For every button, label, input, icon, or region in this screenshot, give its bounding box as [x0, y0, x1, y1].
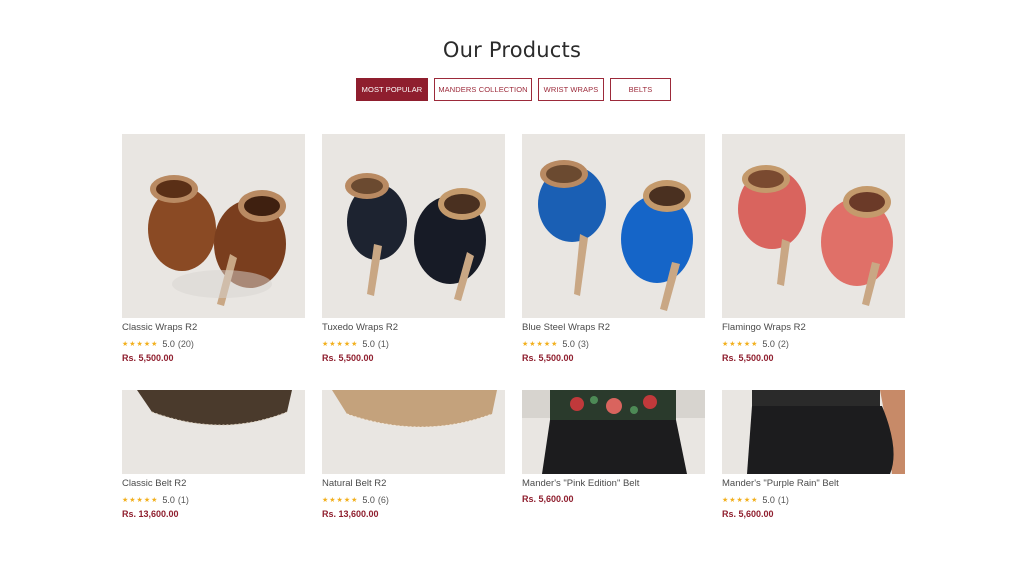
rating-score: 5.0	[162, 494, 175, 505]
product-price: Rs. 5,500.00	[122, 353, 174, 363]
rating-score: 5.0	[162, 338, 175, 349]
page-title: Our Products	[442, 38, 582, 62]
rating-score: 5.0	[762, 494, 775, 505]
product-name[interactable]: Classic Belt R2	[122, 478, 305, 490]
review-count: (1)	[777, 494, 789, 505]
review-count: (6)	[377, 494, 389, 505]
star-rating-icon: ★★★★★	[122, 340, 159, 348]
product-image[interactable]	[722, 134, 905, 318]
product-rating: ★★★★★ 5.0 (6)	[322, 494, 505, 505]
rating-score: 5.0	[762, 338, 775, 349]
product-rating: ★★★★★ 5.0 (3)	[522, 338, 705, 349]
product-image[interactable]	[522, 134, 705, 318]
product-price: Rs. 5,600.00	[522, 494, 574, 504]
product-rating: ★★★★★ 5.0 (2)	[722, 338, 905, 349]
tab-most-popular[interactable]: MOST POPULAR	[356, 78, 428, 101]
product-price: Rs. 5,500.00	[522, 353, 574, 363]
product-card[interactable]: Classic Belt R2 ★★★★★ 5.0 (1) Rs. 13,600…	[122, 390, 305, 520]
product-name[interactable]: Tuxedo Wraps R2	[322, 322, 505, 334]
product-card[interactable]: Mander's "Purple Rain" Belt ★★★★★ 5.0 (1…	[722, 390, 905, 520]
product-card[interactable]: Flamingo Wraps R2 ★★★★★ 5.0 (2) Rs. 5,50…	[722, 134, 905, 364]
product-image[interactable]	[122, 134, 305, 318]
product-image[interactable]	[322, 390, 505, 474]
star-rating-icon: ★★★★★	[322, 496, 359, 504]
product-price: Rs. 5,500.00	[722, 353, 774, 363]
product-image[interactable]	[522, 390, 705, 474]
rating-score: 5.0	[562, 338, 575, 349]
product-card[interactable]: Classic Wraps R2 ★★★★★ 5.0 (20) Rs. 5,50…	[122, 134, 305, 364]
product-card[interactable]: Natural Belt R2 ★★★★★ 5.0 (6) Rs. 13,600…	[322, 390, 505, 520]
star-rating-icon: ★★★★★	[122, 496, 159, 504]
product-card[interactable]: Mander's "Pink Edition" Belt Rs. 5,600.0…	[522, 390, 705, 505]
product-card[interactable]: Tuxedo Wraps R2 ★★★★★ 5.0 (1) Rs. 5,500.…	[322, 134, 505, 364]
tab-manders-collection[interactable]: MANDERS COLLECTION	[434, 78, 532, 101]
star-rating-icon: ★★★★★	[522, 340, 559, 348]
review-count: (2)	[777, 338, 789, 349]
product-price: Rs. 5,600.00	[722, 509, 774, 519]
product-card[interactable]: Blue Steel Wraps R2 ★★★★★ 5.0 (3) Rs. 5,…	[522, 134, 705, 364]
star-rating-icon: ★★★★★	[722, 496, 759, 504]
product-name[interactable]: Mander's "Pink Edition" Belt	[522, 478, 705, 490]
review-count: (3)	[577, 338, 589, 349]
product-price: Rs. 13,600.00	[322, 509, 379, 519]
star-rating-icon: ★★★★★	[322, 340, 359, 348]
product-rating: ★★★★★ 5.0 (20)	[122, 338, 305, 349]
tab-wrist-wraps[interactable]: WRIST WRAPS	[538, 78, 604, 101]
tab-belts[interactable]: BELTS	[610, 78, 671, 101]
product-name[interactable]: Mander's "Purple Rain" Belt	[722, 478, 905, 490]
product-image[interactable]	[322, 134, 505, 318]
product-image[interactable]	[122, 390, 305, 474]
product-price: Rs. 5,500.00	[322, 353, 374, 363]
product-rating: ★★★★★ 5.0 (1)	[122, 494, 305, 505]
product-name[interactable]: Natural Belt R2	[322, 478, 505, 490]
rating-score: 5.0	[362, 338, 375, 349]
product-rating: ★★★★★ 5.0 (1)	[722, 494, 905, 505]
product-image[interactable]	[722, 390, 905, 474]
review-count: (1)	[377, 338, 389, 349]
star-rating-icon: ★★★★★	[722, 340, 759, 348]
product-name[interactable]: Flamingo Wraps R2	[722, 322, 905, 334]
product-name[interactable]: Blue Steel Wraps R2	[522, 322, 705, 334]
category-tabs: MOST POPULAR MANDERS COLLECTION WRIST WR…	[356, 78, 671, 101]
product-price: Rs. 13,600.00	[122, 509, 179, 519]
product-name[interactable]: Classic Wraps R2	[122, 322, 305, 334]
review-count: (20)	[177, 338, 194, 349]
rating-score: 5.0	[362, 494, 375, 505]
product-rating: ★★★★★ 5.0 (1)	[322, 338, 505, 349]
review-count: (1)	[177, 494, 189, 505]
